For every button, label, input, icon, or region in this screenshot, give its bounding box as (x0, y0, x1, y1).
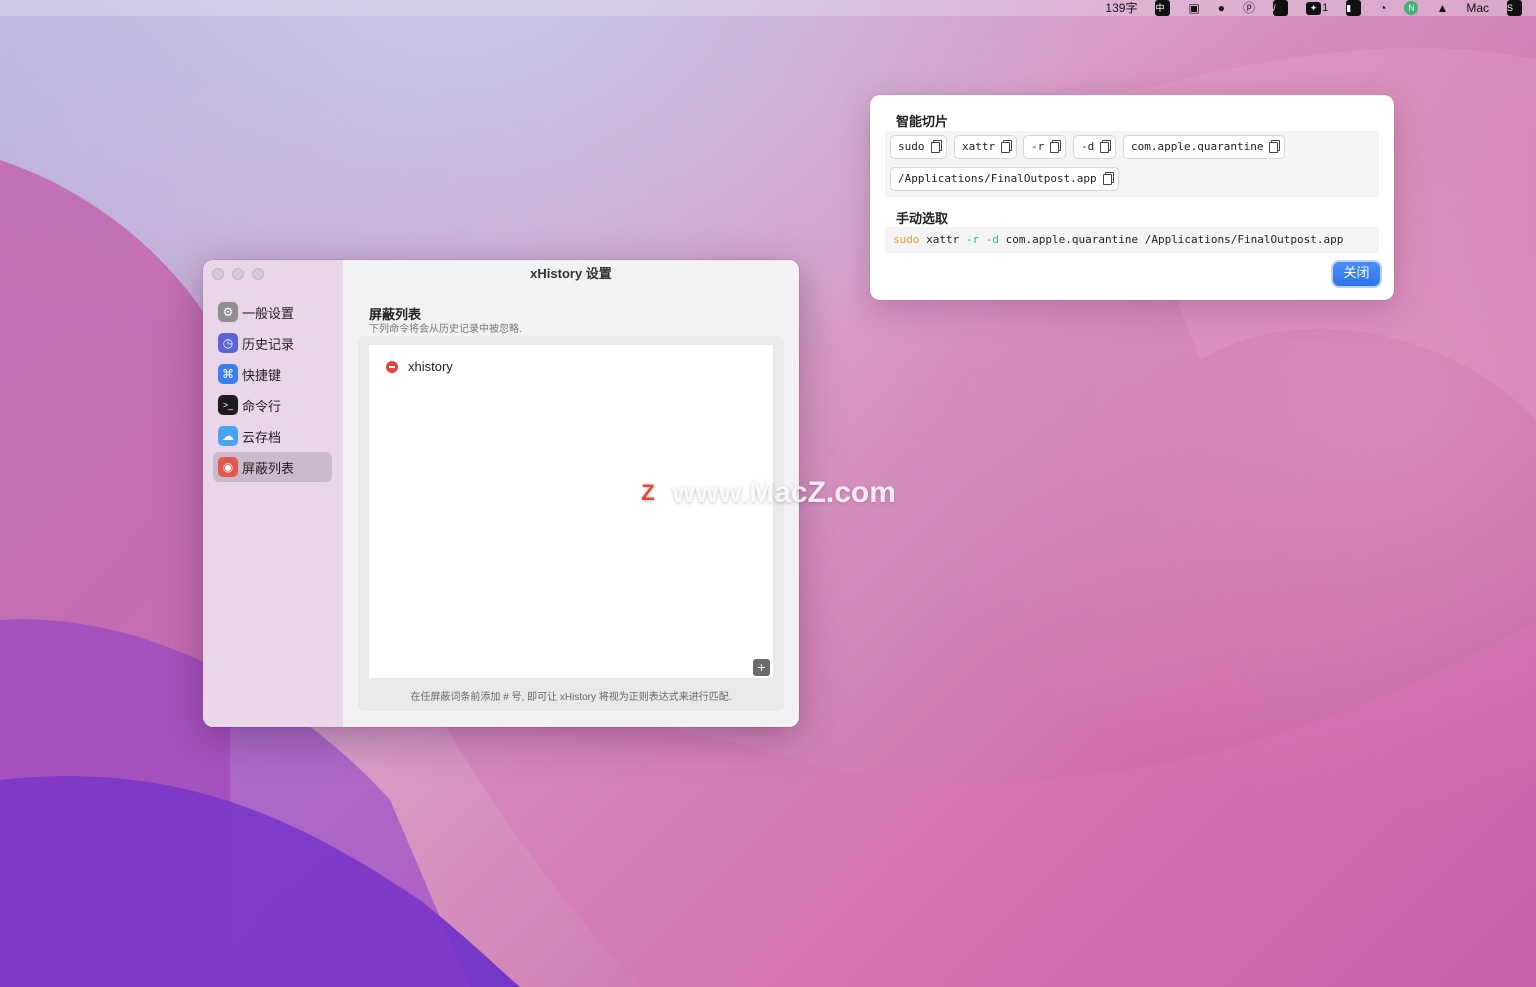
chip-r[interactable]: -r (1023, 135, 1067, 159)
copy-icon (1102, 172, 1114, 185)
s-icon[interactable]: S (1507, 0, 1522, 16)
watermark-logo: Z (632, 477, 664, 509)
zoom-window-button[interactable] (252, 268, 264, 280)
watermark-text: www.MacZ.com (672, 476, 896, 509)
close-button[interactable]: 关闭 (1333, 262, 1380, 286)
blocklist-panel: xhistory + 在任屏蔽词条前添加 # 号, 即可让 xHistory 将… (358, 336, 784, 711)
sidebar: ⚙ 一般设置 ◷ 历史记录 ⌘ 快捷键 >_ 命令行 ☁ 云存档 ◉ 屏蔽列表 (203, 260, 343, 727)
user-name[interactable]: Mac (1466, 0, 1489, 16)
sidebar-item-cli[interactable]: >_ 命令行 (213, 390, 332, 420)
chip-text: -d (1081, 140, 1095, 153)
close-window-button[interactable] (212, 268, 224, 280)
sidebar-list: ⚙ 一般设置 ◷ 历史记录 ⌘ 快捷键 >_ 命令行 ☁ 云存档 ◉ 屏蔽列表 (213, 297, 332, 483)
copy-icon (1269, 140, 1281, 153)
app-icon[interactable]: ● (1218, 0, 1225, 16)
chip-text: sudo (898, 140, 925, 153)
token-d: -d (985, 233, 999, 246)
window-controls (212, 268, 264, 280)
add-button[interactable]: + (753, 659, 770, 676)
terminal-icon: >_ (218, 395, 238, 415)
chip-d[interactable]: -d (1073, 135, 1117, 159)
menu-bar: 139字 中 ▣ ● ⓟ / ✦ 1 ▮ ◔ N ▲ Mac S (0, 0, 1536, 16)
sidebar-item-label: 命令行 (242, 398, 282, 414)
notification-icon[interactable]: ▲ (1436, 0, 1448, 16)
sidebar-item-blocklist[interactable]: ◉ 屏蔽列表 (213, 452, 332, 482)
slash-icon[interactable]: / (1273, 0, 1289, 16)
smart-slices: sudo xattr -r -d com.apple.quarantine /A… (885, 131, 1379, 197)
sidebar-item-label: 一般设置 (242, 305, 295, 321)
chip-xattr[interactable]: xattr (954, 135, 1018, 159)
badge-icon[interactable]: ✦ 1 (1306, 0, 1328, 16)
window-title: xHistory 设置 (530, 266, 612, 281)
clock-icon: ◷ (218, 333, 238, 353)
blocked-command[interactable]: xhistory (408, 359, 453, 374)
list-item[interactable]: xhistory (386, 359, 453, 374)
chip-text: com.apple.quarantine (1131, 140, 1264, 153)
chip-sudo[interactable]: sudo (890, 135, 947, 159)
eye-slash-icon: ◉ (218, 457, 238, 477)
copy-icon (1001, 140, 1013, 153)
sidebar-item-label: 屏蔽列表 (242, 460, 295, 476)
cloud-icon: ☁ (218, 426, 238, 446)
token-xattr: xattr (926, 233, 960, 246)
token-r: -r (965, 233, 980, 246)
copy-icon (930, 140, 942, 153)
p-icon[interactable]: ⓟ (1243, 0, 1255, 16)
sidebar-item-shortcuts[interactable]: ⌘ 快捷键 (213, 359, 332, 389)
minimize-window-button[interactable] (232, 268, 244, 280)
blocklist[interactable]: xhistory + (369, 345, 773, 678)
smart-slice-label: 智能切片 (896, 114, 949, 129)
input-method-icon[interactable]: 中 (1155, 0, 1171, 16)
n-icon[interactable]: N (1404, 0, 1419, 16)
chip-quarantine[interactable]: com.apple.quarantine (1123, 135, 1286, 159)
command-icon: ⌘ (218, 364, 238, 384)
chip-text: xattr (962, 140, 996, 153)
copy-icon (1050, 140, 1062, 153)
sidebar-item-general[interactable]: ⚙ 一般设置 (213, 297, 332, 327)
sidebar-item-label: 历史记录 (242, 336, 295, 352)
remove-icon[interactable] (386, 360, 398, 373)
token-sudo: sudo (893, 233, 920, 246)
char-count[interactable]: 139字 (1105, 0, 1137, 16)
manual-select-label: 手动选取 (896, 211, 949, 226)
section-subtitle: 下列命令将会从历史记录中被忽略. (369, 324, 522, 335)
chip-text: -r (1031, 140, 1045, 153)
chip-text: /Applications/FinalOutpost.app (898, 172, 1097, 185)
slice-popup: 智能切片 sudo xattr -r -d com.apple.quaranti… (870, 95, 1394, 300)
sidebar-item-history[interactable]: ◷ 历史记录 (213, 328, 332, 358)
badge-count: 1 (1322, 2, 1329, 14)
sidebar-item-cloud[interactable]: ☁ 云存档 (213, 421, 332, 451)
wechat-icon[interactable]: ◔ (1379, 0, 1386, 16)
lock-icon[interactable]: ▮ (1346, 0, 1362, 16)
watermark: Z www.MacZ.com (632, 476, 896, 510)
gear-icon: ⚙ (218, 302, 238, 322)
chip-app-path[interactable]: /Applications/FinalOutpost.app (890, 167, 1119, 191)
token-rest: com.apple.quarantine /Applications/Final… (1005, 233, 1344, 246)
copy-icon (1100, 140, 1112, 153)
sidebar-item-label: 快捷键 (242, 367, 282, 383)
sidebar-item-label: 云存档 (242, 429, 282, 445)
manual-command-text[interactable]: sudo xattr -r -d com.apple.quarantine /A… (885, 227, 1379, 253)
video-icon[interactable]: ▣ (1188, 0, 1199, 16)
regex-hint: 在任屏蔽词条前添加 # 号, 即可让 xHistory 将视为正则表达式来进行匹… (410, 692, 732, 703)
